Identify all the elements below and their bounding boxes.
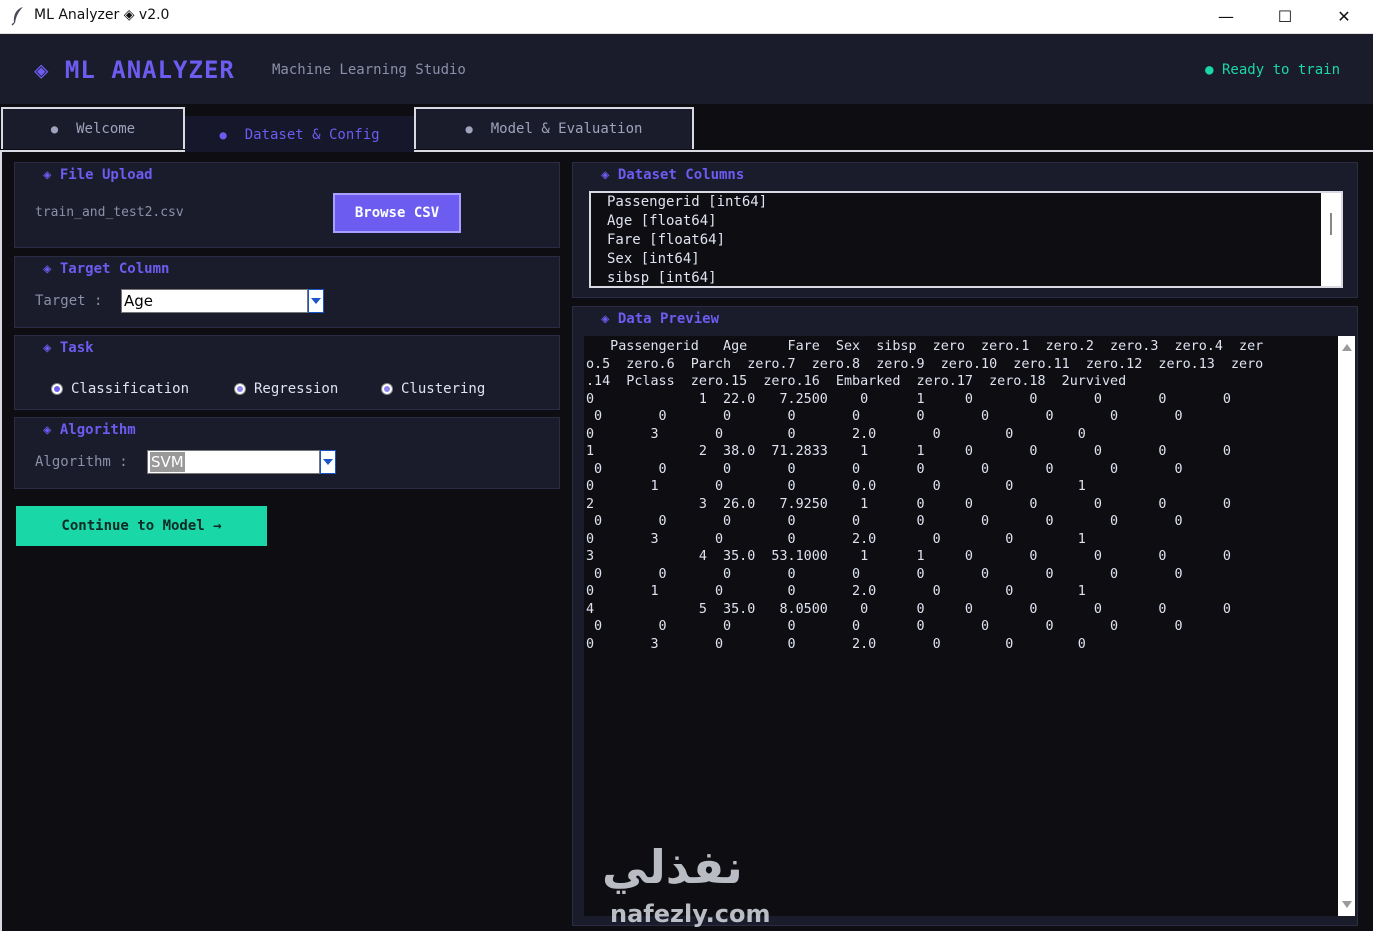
tab-label: Welcome <box>76 121 136 137</box>
window-titlebar: ML Analyzer ◈ v2.0 — ☐ ✕ <box>0 0 1373 34</box>
list-item[interactable]: Sex [int64] <box>591 250 1341 269</box>
panel-title: ◈ Algorithm <box>43 422 136 438</box>
selected-filename: train_and_test2.csv <box>35 205 184 220</box>
columns-listbox[interactable]: Passengerid [int64] Age [float64] Fare [… <box>589 191 1343 288</box>
scrollbar-thumb[interactable] <box>1330 213 1332 235</box>
minimize-icon: — <box>1218 7 1234 26</box>
target-dropdown-button[interactable] <box>308 289 324 313</box>
chevron-down-icon <box>323 459 333 465</box>
radio-label: Classification <box>71 381 190 397</box>
algorithm-selected-value: SVM <box>150 452 185 472</box>
tab-welcome[interactable]: ● Welcome <box>1 107 185 149</box>
list-item[interactable]: Passengerid [int64] <box>591 193 1341 212</box>
app-subtitle: Machine Learning Studio <box>272 62 466 78</box>
target-column-panel: ◈ Target Column Target : Age <box>14 256 560 328</box>
task-radio-clustering[interactable]: Clustering <box>381 381 485 397</box>
panel-title: ◈ Data Preview <box>601 311 720 327</box>
task-panel: ◈ Task Classification Regression Cluster… <box>14 335 560 410</box>
radio-icon <box>381 383 393 395</box>
radio-icon <box>234 383 246 395</box>
dataset-columns-panel: ◈ Dataset Columns Passengerid [int64] Ag… <box>572 162 1358 298</box>
scroll-down-icon[interactable] <box>1342 901 1352 908</box>
file-upload-panel: ◈ File Upload train_and_test2.csv Browse… <box>14 162 560 248</box>
algorithm-dropdown-button[interactable] <box>320 450 336 474</box>
chevron-down-icon <box>311 298 321 304</box>
maximize-button[interactable]: ☐ <box>1256 0 1314 33</box>
list-item[interactable]: Age [float64] <box>591 212 1341 231</box>
tab-dataset-config[interactable]: ● Dataset & Config <box>185 116 414 152</box>
status-indicator: ● Ready to train <box>1205 62 1340 78</box>
panel-title: ◈ Dataset Columns <box>601 167 745 183</box>
panel-title: ◈ Target Column <box>43 261 170 277</box>
preview-scrollbar[interactable] <box>1338 336 1355 916</box>
window-title: ML Analyzer ◈ v2.0 <box>34 7 170 23</box>
target-label: Target : <box>35 293 103 309</box>
close-button[interactable]: ✕ <box>1315 0 1373 33</box>
algorithm-select[interactable]: SVM <box>147 450 320 474</box>
config-pane: ◈ File Upload train_and_test2.csv Browse… <box>0 150 572 931</box>
list-item[interactable]: sibsp [int64] <box>591 269 1341 288</box>
algorithm-panel: ◈ Algorithm Algorithm : SVM <box>14 417 560 489</box>
app-logo: ◈ ML ANALYZER <box>34 56 235 84</box>
maximize-icon: ☐ <box>1277 7 1293 26</box>
tab-dot-icon: ● <box>465 122 473 136</box>
tab-dot-icon: ● <box>50 122 59 136</box>
algorithm-label: Algorithm : <box>35 454 128 470</box>
continue-to-model-button[interactable]: Continue to Model → <box>16 506 267 546</box>
minimize-button[interactable]: — <box>1197 0 1255 33</box>
tab-dot-icon: ● <box>219 128 227 142</box>
close-icon: ✕ <box>1337 7 1351 26</box>
panel-title: ◈ Task <box>43 340 94 356</box>
columns-scrollbar[interactable] <box>1321 193 1341 286</box>
radio-icon <box>51 383 63 395</box>
tab-model-evaluation[interactable]: ● Model & Evaluation <box>414 107 694 149</box>
list-item[interactable]: Fare [float64] <box>591 231 1341 250</box>
watermark-url: nafezly.com <box>610 900 771 928</box>
app-header: ◈ ML ANALYZER Machine Learning Studio ● … <box>0 34 1373 104</box>
radio-label: Regression <box>254 381 339 397</box>
task-radio-regression[interactable]: Regression <box>234 381 338 397</box>
tab-bar: ● Welcome ● Dataset & Config ● Model & E… <box>0 104 1373 152</box>
scroll-up-icon[interactable] <box>1342 344 1352 351</box>
radio-label: Clustering <box>401 381 486 397</box>
data-preview-content: Passengerid Age Fare Sex sibsp zero zero… <box>586 339 1264 652</box>
watermark: نفذلي nafezly.com <box>598 840 778 930</box>
data-preview-text[interactable]: Passengerid Age Fare Sex sibsp zero zero… <box>584 336 1338 916</box>
data-pane: ◈ Dataset Columns Passengerid [int64] Ag… <box>572 150 1373 931</box>
target-select[interactable]: Age <box>121 289 308 313</box>
tab-label: Model & Evaluation <box>490 121 643 137</box>
panel-title: ◈ File Upload <box>43 167 153 183</box>
feather-icon <box>11 7 23 26</box>
task-radio-classification[interactable]: Classification <box>51 381 189 397</box>
watermark-arabic: نفذلي <box>602 840 743 894</box>
browse-csv-button[interactable]: Browse CSV <box>333 193 461 233</box>
tab-label: Dataset & Config <box>244 127 380 143</box>
